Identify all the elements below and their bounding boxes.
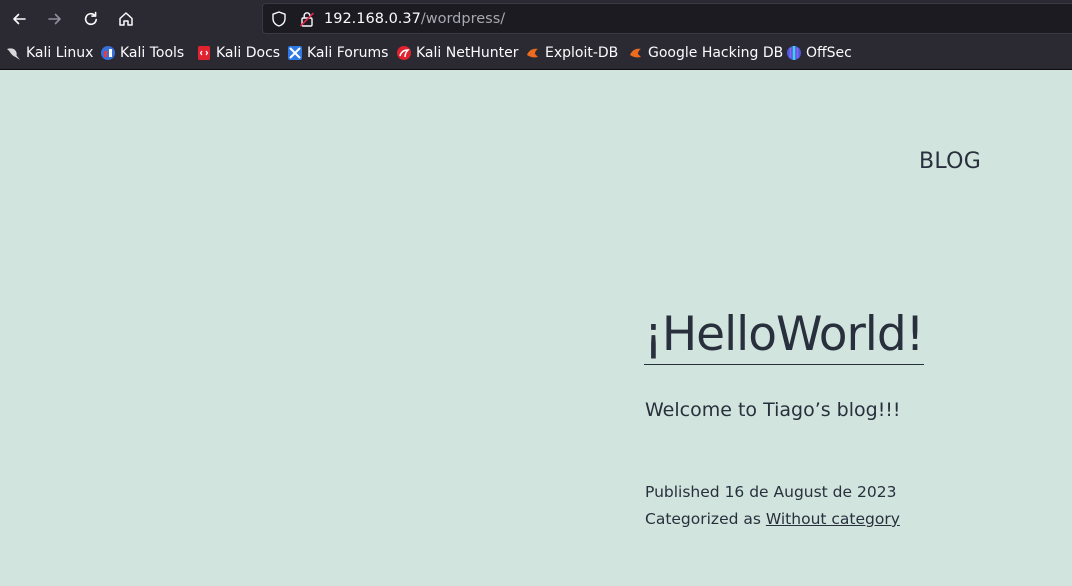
post-category: Categorized as Without category bbox=[645, 510, 900, 528]
url-host: 192.168.0.37 bbox=[324, 11, 421, 27]
bookmark-label: Kali Linux bbox=[26, 45, 94, 61]
url-text[interactable]: 192.168.0.37/wordpress/ bbox=[324, 10, 505, 28]
kali-tools-icon bbox=[101, 46, 115, 60]
home-icon bbox=[119, 12, 133, 26]
insecure-lock-icon[interactable] bbox=[298, 10, 316, 28]
reload-button[interactable] bbox=[78, 6, 104, 32]
shield-icon[interactable] bbox=[270, 10, 288, 28]
bookmark-offsec[interactable]: OffSec bbox=[786, 44, 852, 62]
bookmark-kali-linux[interactable]: Kali Linux bbox=[6, 44, 93, 62]
category-label: Categorized as bbox=[645, 510, 761, 528]
offsec-icon bbox=[787, 46, 801, 60]
home-button[interactable] bbox=[113, 6, 139, 32]
bookmark-kali-nethunter[interactable]: Kali NetHunter bbox=[396, 44, 518, 62]
bookmark-google-hacking-db[interactable]: Google Hacking DB bbox=[628, 44, 783, 62]
arrow-left-icon bbox=[13, 13, 26, 25]
bookmark-exploit-db[interactable]: Exploit-DB bbox=[525, 44, 618, 62]
kali-nethunter-icon bbox=[397, 46, 411, 60]
published-date: 16 de August de 2023 bbox=[724, 483, 897, 501]
post-published: Published 16 de August de 2023 bbox=[645, 483, 896, 501]
exploit-db-icon bbox=[527, 48, 538, 58]
browser-toolbar: 192.168.0.37/wordpress/ bbox=[0, 0, 1072, 37]
google-hacking-db-icon bbox=[630, 48, 641, 58]
post-excerpt: Welcome to Tiago’s blog!!! bbox=[645, 399, 901, 421]
bookmark-label: OffSec bbox=[806, 45, 852, 61]
bookmark-kali-tools[interactable]: Kali Tools bbox=[100, 44, 184, 62]
bookmark-label: Kali NetHunter bbox=[416, 45, 519, 61]
post-title-link[interactable]: ¡HelloWorld! bbox=[644, 306, 925, 365]
reload-icon bbox=[84, 11, 97, 26]
published-label: Published bbox=[645, 483, 720, 501]
kali-docs-icon bbox=[198, 46, 210, 60]
address-bar[interactable]: 192.168.0.37/wordpress/ bbox=[262, 3, 1072, 34]
bookmarks-toolbar: Kali Linux Kali Tools Kali Docs Kali For… bbox=[0, 37, 1072, 70]
bookmark-label: Exploit-DB bbox=[545, 45, 619, 61]
kali-forums-icon bbox=[288, 46, 302, 60]
forward-button[interactable] bbox=[42, 6, 68, 32]
category-link[interactable]: Without category bbox=[766, 510, 900, 528]
bookmark-kali-docs[interactable]: Kali Docs bbox=[196, 44, 280, 62]
bookmark-label: Google Hacking DB bbox=[648, 45, 784, 61]
bookmark-label: Kali Tools bbox=[120, 45, 185, 61]
back-button[interactable] bbox=[6, 6, 32, 32]
kali-dragon-icon bbox=[7, 48, 20, 60]
site-title[interactable]: BLOG bbox=[919, 149, 981, 174]
bookmark-label: Kali Docs bbox=[216, 45, 281, 61]
bookmark-kali-forums[interactable]: Kali Forums bbox=[287, 44, 388, 62]
bookmark-label: Kali Forums bbox=[307, 45, 389, 61]
url-path: /wordpress/ bbox=[420, 11, 506, 27]
arrow-right-icon bbox=[48, 13, 61, 25]
